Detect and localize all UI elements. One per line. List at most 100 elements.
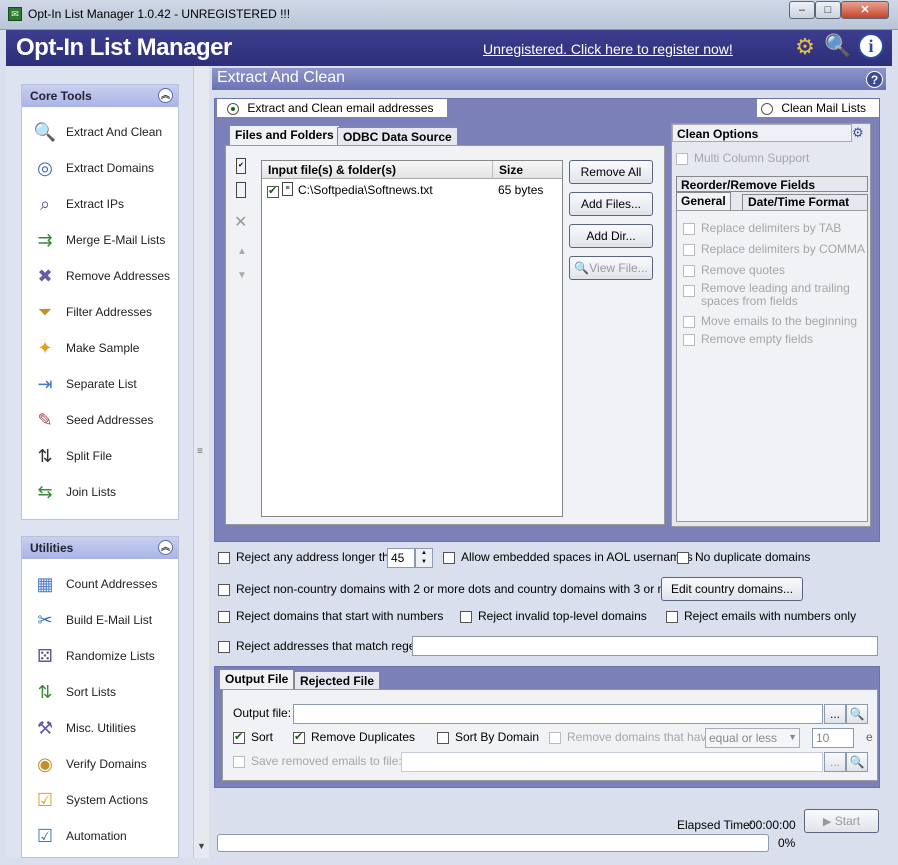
settings-gear-icon[interactable]: ⚙ — [792, 34, 818, 60]
tab-odbc-data-source[interactable]: ODBC Data Source — [337, 127, 458, 146]
output-file-input[interactable] — [293, 704, 823, 724]
utilities-header[interactable]: Utilities ︽ — [22, 537, 178, 559]
table-row[interactable]: ≡ C:\Softpedia\Softnews.txt 65 bytes — [262, 181, 562, 199]
regexp-input[interactable] — [412, 636, 878, 656]
scroll-down-icon[interactable]: ▼ — [197, 841, 206, 851]
no-dup-domains-checkbox[interactable]: No duplicate domains — [677, 550, 810, 564]
sidebar-item-seed-addresses[interactable]: ✎ Seed Addresses — [30, 403, 178, 437]
trim-fields-checkbox[interactable]: Remove leading and trailing spaces from … — [683, 282, 863, 308]
tab-rejected-file[interactable]: Rejected File — [294, 671, 381, 690]
chevron-down-icon[interactable]: ▼ — [788, 732, 797, 742]
compare-value-input[interactable] — [812, 728, 854, 748]
sidebar-item-split-file[interactable]: ⇅ Split File — [30, 439, 178, 473]
tab-files-and-folders[interactable]: Files and Folders — [229, 125, 340, 145]
mode-extract-radio[interactable]: Extract and Clean email addresses — [217, 99, 447, 117]
remove-quotes-checkbox[interactable]: Remove quotes — [683, 263, 785, 277]
tab-datetime-format[interactable]: Date/Time Format — [742, 194, 868, 210]
open-removed-search-icon[interactable]: 🔍 — [846, 752, 868, 772]
reject-noncountry-checkbox[interactable]: Reject non-country domains with 2 or mor… — [218, 582, 711, 596]
move-emails-checkbox[interactable]: Move emails to the beginning — [683, 314, 857, 328]
column-input-files[interactable]: Input file(s) & folder(s) — [268, 163, 396, 177]
reject-invalid-tld-checkbox[interactable]: Reject invalid top-level domains — [460, 609, 647, 623]
mode-clean-radio[interactable]: Clean Mail Lists — [757, 99, 879, 117]
reject-regexp-checkbox[interactable]: Reject addresses that match regexp — [218, 639, 428, 653]
max-length-input[interactable] — [387, 548, 415, 568]
replace-tab-checkbox[interactable]: Replace delimiters by TAB — [683, 221, 841, 235]
sidebar-item-verify-domains[interactable]: ◉ Verify Domains — [30, 747, 178, 781]
allow-spaces-checkbox[interactable]: Allow embedded spaces in AOL usernames — [443, 550, 693, 564]
remove-empty-checkbox[interactable]: Remove empty fields — [683, 332, 813, 346]
replace-comma-checkbox[interactable]: Replace delimiters by COMMA — [683, 242, 865, 256]
reject-invalid-tld-label: Reject invalid top-level domains — [478, 609, 647, 623]
collapse-icon[interactable]: ︽ — [158, 540, 173, 555]
edit-country-domains-button[interactable]: Edit country domains... — [661, 577, 803, 601]
minimize-button[interactable]: – — [789, 1, 815, 19]
radio-selected-icon — [227, 102, 239, 115]
help-icon[interactable]: ? — [866, 71, 883, 88]
row-checkbox[interactable] — [267, 184, 279, 198]
sidebar-item-extract-domains[interactable]: ◎ Extract Domains — [30, 151, 178, 185]
sidebar-item-randomize-lists[interactable]: ⚄ Randomize Lists — [30, 639, 178, 673]
tab-output-file[interactable]: Output File — [219, 669, 295, 689]
scroll-handle-icon[interactable]: ≡ — [197, 446, 203, 457]
reject-numbers-only-checkbox[interactable]: Reject emails with numbers only — [666, 609, 856, 623]
sidebar-item-merge-e-mail-lists[interactable]: ⇉ Merge E-Mail Lists — [30, 223, 178, 257]
sidebar-item-label: Filter Addresses — [66, 305, 153, 319]
remove-duplicates-checkbox[interactable]: Remove Duplicates — [293, 730, 415, 744]
sidebar-item-extract-and-clean[interactable]: 🔍 Extract And Clean — [30, 115, 178, 149]
view-file-button[interactable]: 🔍View File... — [569, 256, 653, 280]
tab-general[interactable]: General — [676, 192, 731, 210]
move-up-icon[interactable]: ▲ — [237, 246, 247, 257]
sidebar-item-count-addresses[interactable]: ▦ Count Addresses — [30, 567, 178, 601]
open-output-search-icon[interactable]: 🔍 — [846, 704, 868, 724]
sidebar-item-remove-addresses[interactable]: ✖ Remove Addresses — [30, 259, 178, 293]
max-length-stepper[interactable]: ▲ ▼ — [415, 548, 433, 568]
column-size[interactable]: Size — [492, 161, 562, 179]
clean-settings-icon[interactable]: ⚙ — [852, 125, 864, 141]
info-icon[interactable]: i — [858, 33, 884, 59]
browse-output-button[interactable]: ... — [824, 704, 846, 724]
dice-icon: ⚄ — [37, 645, 53, 666]
sidebar-scrollbar[interactable]: ≡ ▼ — [193, 66, 209, 858]
core-tools-header[interactable]: Core Tools ︽ — [22, 85, 178, 107]
search-icon[interactable]: 🔍 — [824, 33, 851, 59]
move-down-icon[interactable]: ▼ — [237, 270, 247, 281]
sidebar-item-build-e-mail-list[interactable]: ✂ Build E-Mail List — [30, 603, 178, 637]
sidebar-item-sort-lists[interactable]: ⇅ Sort Lists — [30, 675, 178, 709]
delete-icon[interactable]: ✕ — [234, 212, 247, 232]
sidebar-item-separate-list[interactable]: ⇥ Separate List — [30, 367, 178, 401]
add-dir-button[interactable]: Add Dir... — [569, 224, 653, 248]
sidebar-item-make-sample[interactable]: ✦ Make Sample — [30, 331, 178, 365]
sidebar-item-system-actions[interactable]: ☑ System Actions — [30, 783, 178, 817]
register-link[interactable]: Unregistered. Click here to register now… — [483, 41, 733, 57]
sidebar-item-join-lists[interactable]: ⇆ Join Lists — [30, 475, 178, 509]
sort-checkbox[interactable]: Sort — [233, 730, 273, 744]
remove-all-button[interactable]: Remove All — [569, 160, 653, 184]
close-button[interactable]: ✕ — [841, 1, 889, 19]
remove-domains-checkbox[interactable]: Remove domains that have — [549, 730, 713, 744]
check-all-icon[interactable]: ✔ — [236, 158, 246, 174]
start-button[interactable]: ▶ Start — [804, 809, 879, 833]
save-removed-input[interactable] — [401, 752, 823, 772]
uncheck-all-icon[interactable] — [236, 182, 246, 198]
sidebar-item-label: Seed Addresses — [66, 413, 154, 427]
checkbox-icon — [218, 583, 230, 596]
collapse-icon[interactable]: ︽ — [158, 88, 173, 103]
reject-longer-checkbox[interactable]: Reject any address longer than — [218, 550, 402, 564]
replace-tab-label: Replace delimiters by TAB — [701, 221, 842, 235]
file-list[interactable]: Input file(s) & folder(s) Size ≡ C:\Soft… — [261, 160, 563, 517]
sidebar-item-misc-utilities[interactable]: ⚒ Misc. Utilities — [30, 711, 178, 745]
compare-select[interactable]: equal or less ▼ — [705, 728, 800, 748]
multi-column-checkbox[interactable]: Multi Column Support — [676, 151, 809, 165]
reject-numbers-start-checkbox[interactable]: Reject domains that start with numbers — [218, 609, 443, 623]
checkbox-icon — [666, 610, 678, 623]
save-removed-checkbox[interactable]: Save removed emails to file: — [233, 754, 402, 768]
sidebar-item-extract-ips[interactable]: ⌕ Extract IPs — [30, 187, 178, 221]
reorder-fields-tab[interactable]: Reorder/Remove Fields — [676, 176, 868, 192]
add-files-button[interactable]: Add Files... — [569, 192, 653, 216]
maximize-button[interactable]: □ — [815, 1, 841, 19]
sort-by-domain-checkbox[interactable]: Sort By Domain — [437, 730, 539, 744]
sidebar-item-filter-addresses[interactable]: ⏷ Filter Addresses — [30, 295, 178, 329]
sidebar-item-automation[interactable]: ☑ Automation — [30, 819, 178, 853]
browse-removed-button[interactable]: ... — [824, 752, 846, 772]
